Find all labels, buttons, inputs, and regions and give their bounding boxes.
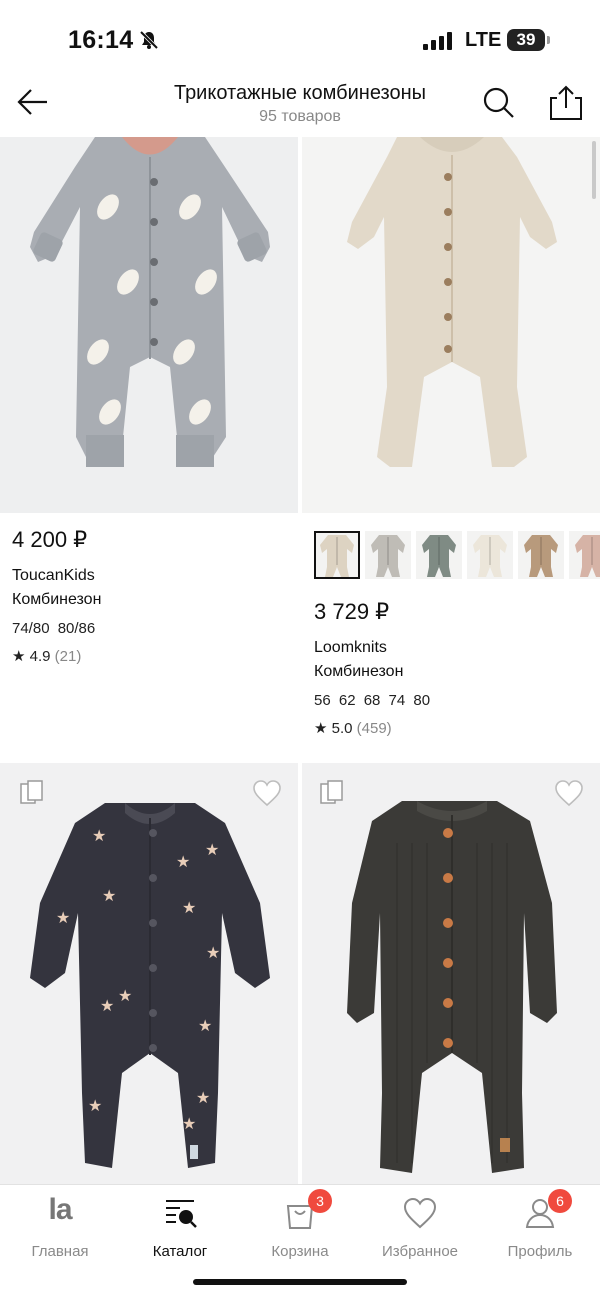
status-bar: 16:14 LTE 39 <box>0 0 600 80</box>
color-variant-thumb[interactable] <box>314 531 360 579</box>
svg-text:★: ★ <box>88 1096 102 1115</box>
bell-off-icon <box>139 30 159 50</box>
product-grid: 4 200 ₽ ToucanKids Комбинезон 74/80 80/8… <box>0 137 600 1184</box>
star-icon: ★ <box>314 720 328 737</box>
rating-value: 5.0 <box>331 720 353 737</box>
product-sizes: 56 62 68 74 80 <box>314 692 431 709</box>
svg-text:★: ★ <box>206 943 220 962</box>
network-label: LTE <box>465 29 502 51</box>
rating-value: 4.9 <box>29 648 51 665</box>
tab-label: Каталог <box>152 1243 208 1260</box>
tab-favorites[interactable]: Избранное <box>360 1193 480 1263</box>
product-price: 4 200 ₽ <box>12 527 88 552</box>
compare-icon[interactable] <box>18 779 46 807</box>
svg-text:★: ★ <box>182 898 196 917</box>
product-image[interactable]: ★ ★ ★ ★ ★ ★ ★ ★ ★ ★ ★ ★ ★ <box>0 763 298 1184</box>
color-variant-thumb[interactable] <box>365 531 411 579</box>
la-logo-icon: la <box>48 1193 72 1226</box>
review-count: (459) <box>356 720 392 737</box>
color-variants <box>314 531 600 581</box>
catalog-search-icon <box>166 1200 197 1228</box>
product-price: 3 729 ₽ <box>314 599 390 624</box>
svg-text:★: ★ <box>182 1114 196 1133</box>
product-sizes: 74/80 80/86 <box>12 620 96 637</box>
product-card[interactable]: ★ ★ ★ ★ ★ ★ ★ ★ ★ ★ ★ ★ ★ <box>0 763 298 1184</box>
product-brand: Loomknits <box>314 639 387 656</box>
review-count: (21) <box>54 648 82 665</box>
product-rating: ★ 5.0 (459) <box>314 719 392 737</box>
product-card[interactable]: 3 729 ₽ Loomknits Комбинезон 56 62 68 74… <box>302 137 600 761</box>
tab-profile[interactable]: 6 Профиль <box>480 1189 600 1263</box>
svg-text:★: ★ <box>176 852 190 871</box>
product-card[interactable]: 4 200 ₽ ToucanKids Комбинезон 74/80 80/8… <box>0 137 298 761</box>
status-time: 16:14 <box>68 26 134 54</box>
svg-text:★: ★ <box>56 908 70 927</box>
favorite-heart-icon[interactable] <box>252 779 282 807</box>
tab-cart[interactable]: 3 Корзина <box>240 1189 360 1263</box>
svg-text:★: ★ <box>198 1016 212 1035</box>
tab-label: Избранное <box>381 1243 459 1260</box>
product-type: Комбинезон <box>12 591 102 608</box>
signal-bars-icon <box>423 32 452 50</box>
tab-catalog[interactable]: Каталог <box>120 1193 240 1263</box>
tab-label: Профиль <box>507 1243 573 1260</box>
cart-badge: 3 <box>308 1189 332 1213</box>
color-variant-thumb[interactable] <box>467 531 513 579</box>
tab-label: Корзина <box>271 1243 329 1260</box>
product-rating: ★ 4.9 (21) <box>12 647 81 665</box>
tab-label: Главная <box>31 1243 89 1260</box>
compare-icon[interactable] <box>318 779 346 807</box>
product-brand: ToucanKids <box>12 567 95 584</box>
svg-text:★: ★ <box>196 1088 210 1107</box>
product-image[interactable] <box>302 137 600 513</box>
product-type: Комбинезон <box>314 663 404 680</box>
color-variant-thumb[interactable] <box>569 531 600 579</box>
svg-text:★: ★ <box>92 826 106 845</box>
page-header: Трикотажные комбинезоны 95 товаров <box>0 80 600 136</box>
star-icon: ★ <box>12 648 26 665</box>
color-variant-thumb[interactable] <box>416 531 462 579</box>
heart-icon <box>403 1197 437 1229</box>
share-icon[interactable] <box>548 84 584 122</box>
search-icon[interactable] <box>482 86 516 120</box>
favorite-heart-icon[interactable] <box>554 779 584 807</box>
profile-badge: 6 <box>548 1189 572 1213</box>
svg-text:★: ★ <box>205 840 219 859</box>
battery-icon: 39 <box>507 29 551 51</box>
product-card[interactable] <box>302 763 600 1184</box>
product-image[interactable] <box>302 763 600 1184</box>
svg-text:★: ★ <box>118 986 132 1005</box>
svg-text:★: ★ <box>102 886 116 905</box>
battery-level: 39 <box>516 30 536 49</box>
tab-home[interactable]: la Главная <box>0 1193 120 1263</box>
svg-text:★: ★ <box>100 996 114 1015</box>
home-indicator <box>193 1279 407 1285</box>
color-variant-thumb[interactable] <box>518 531 564 579</box>
product-image[interactable] <box>0 137 298 513</box>
